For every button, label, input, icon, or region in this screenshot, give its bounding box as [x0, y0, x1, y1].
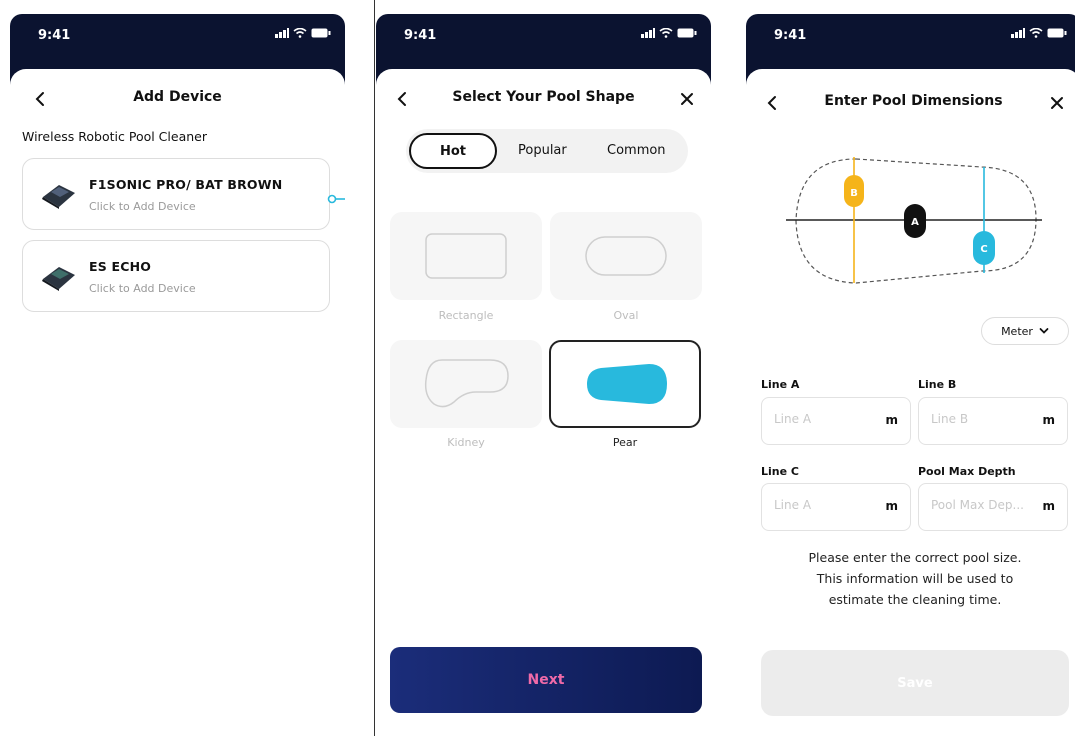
- field-label-max-depth: Pool Max Depth: [918, 465, 1016, 478]
- wifi-icon: [659, 28, 673, 38]
- pear-shape-icon: [587, 364, 667, 404]
- marker-b-label: B: [850, 188, 858, 199]
- tab-hot[interactable]: Hot: [409, 133, 497, 169]
- field-label-line-b: Line B: [918, 378, 957, 391]
- unit-label: m: [885, 413, 898, 427]
- screen-enter-pool-dimensions: 9:41 Enter Pool Dimensions B A C Meter L…: [746, 14, 1075, 736]
- line-a-input[interactable]: [774, 412, 874, 426]
- screen-divider: [374, 0, 375, 736]
- shape-option-oval[interactable]: [550, 212, 702, 300]
- pool-dimension-diagram: B A C: [786, 157, 1042, 284]
- unit-selector-label: Meter: [1001, 324, 1033, 338]
- chevron-down-icon: [1039, 328, 1049, 334]
- status-icons: [275, 28, 331, 38]
- size-note: Please enter the correct pool size. This…: [770, 547, 1060, 610]
- rectangle-shape-icon: [425, 233, 507, 279]
- status-time: 9:41: [404, 28, 437, 43]
- status-icons: [1011, 28, 1067, 38]
- unit-label: m: [885, 499, 898, 513]
- page-title: Enter Pool Dimensions: [824, 93, 1003, 109]
- robot-cleaner-icon: [42, 267, 75, 291]
- battery-icon: [311, 28, 331, 38]
- save-button[interactable]: Save: [761, 650, 1069, 716]
- line-c-input[interactable]: [774, 498, 874, 512]
- wifi-icon: [1029, 28, 1043, 38]
- page-title: Select Your Pool Shape: [452, 89, 635, 105]
- content-sheet: Enter Pool Dimensions B A C Meter Line A…: [746, 69, 1075, 736]
- status-time: 9:41: [38, 28, 71, 43]
- close-icon[interactable]: [675, 87, 699, 111]
- shape-option-rectangle[interactable]: [390, 212, 542, 300]
- device-subtitle: Click to Add Device: [89, 282, 196, 295]
- screen-add-device: 9:41 Add Device Wireless Robotic Pool Cl…: [10, 14, 345, 736]
- status-time: 9:41: [774, 28, 807, 43]
- max-depth-input[interactable]: [931, 498, 1031, 512]
- category-subtitle: Wireless Robotic Pool Cleaner: [22, 129, 207, 144]
- field-label-line-a: Line A: [761, 378, 800, 391]
- unit-selector[interactable]: Meter: [981, 317, 1069, 345]
- device-name: F1SONIC PRO/ BAT BROWN: [89, 177, 283, 192]
- status-icons: [641, 28, 697, 38]
- marker-a-label: A: [911, 217, 919, 228]
- line-b-input[interactable]: [931, 412, 1031, 426]
- shape-option-pear[interactable]: [549, 340, 701, 428]
- tab-popular[interactable]: Popular: [518, 143, 567, 158]
- line-b-field: m: [918, 397, 1068, 445]
- header: Enter Pool Dimensions: [746, 91, 1075, 115]
- size-note-line: estimate the cleaning time.: [828, 592, 1002, 607]
- close-icon[interactable]: [1045, 91, 1069, 115]
- unit-label: m: [1042, 499, 1055, 513]
- device-card-f1sonic[interactable]: F1SONIC PRO/ BAT BROWN Click to Add Devi…: [22, 158, 330, 230]
- page-title: Add Device: [133, 89, 222, 105]
- shape-label-kidney: Kidney: [447, 436, 485, 449]
- oval-shape-icon: [585, 236, 667, 276]
- marker-c-label: C: [980, 244, 987, 255]
- size-note-line: Please enter the correct pool size.: [808, 550, 1022, 565]
- shape-category-tabs: Hot Popular Common: [406, 129, 688, 173]
- kidney-shape-icon: [424, 359, 509, 408]
- battery-icon: [1047, 28, 1067, 38]
- field-label-line-c: Line C: [761, 465, 799, 478]
- signal-icon: [1011, 28, 1025, 38]
- shape-label-pear: Pear: [612, 436, 638, 449]
- size-note-line: This information will be used to: [816, 571, 1014, 586]
- robot-cleaner-icon: [42, 185, 75, 209]
- next-button[interactable]: Next: [390, 647, 702, 713]
- shape-label-oval: Oval: [613, 309, 639, 322]
- device-name: ES ECHO: [89, 259, 152, 274]
- device-card-es-echo[interactable]: ES ECHO Click to Add Device: [22, 240, 330, 312]
- header: Select Your Pool Shape: [376, 87, 711, 111]
- link-connector-icon: [327, 194, 345, 204]
- signal-icon: [641, 28, 655, 38]
- header: Add Device: [10, 87, 345, 111]
- line-c-field: m: [761, 483, 911, 531]
- line-a-field: m: [761, 397, 911, 445]
- tab-common[interactable]: Common: [607, 143, 666, 158]
- shape-option-kidney[interactable]: [390, 340, 542, 428]
- wifi-icon: [293, 28, 307, 38]
- unit-label: m: [1042, 413, 1055, 427]
- shape-label-rectangle: Rectangle: [438, 309, 494, 322]
- content-sheet: Select Your Pool Shape Hot Popular Commo…: [376, 69, 711, 736]
- device-subtitle: Click to Add Device: [89, 200, 196, 213]
- max-depth-field: m: [918, 483, 1068, 531]
- content-sheet: Add Device Wireless Robotic Pool Cleaner…: [10, 69, 345, 736]
- screen-select-pool-shape: 9:41 Select Your Pool Shape Hot Popular …: [376, 14, 711, 736]
- signal-icon: [275, 28, 289, 38]
- battery-icon: [677, 28, 697, 38]
